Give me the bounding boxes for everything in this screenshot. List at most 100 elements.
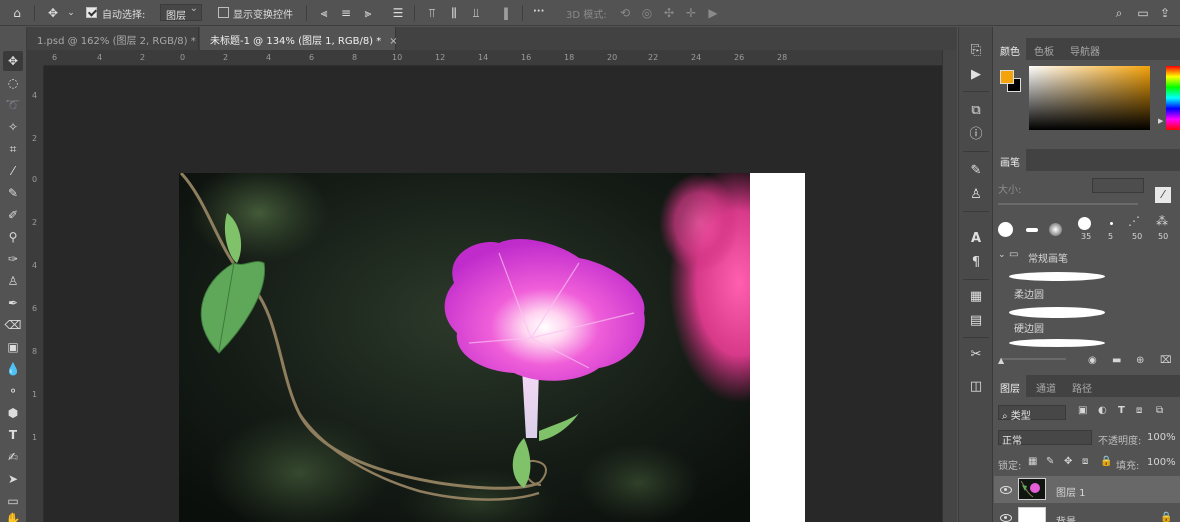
- brush-preset-soft[interactable]: [1049, 223, 1062, 236]
- hard-round-stroke-preview[interactable]: [1009, 307, 1105, 318]
- brush-preset-round[interactable]: [998, 222, 1013, 237]
- pen-tool-icon[interactable]: ✍: [3, 447, 23, 467]
- magic-wand-tool-icon[interactable]: ✧: [3, 117, 23, 137]
- brush-preset-flat[interactable]: [1026, 228, 1038, 232]
- align-right-icon[interactable]: ⫸: [359, 4, 377, 22]
- distribute-vertical-icon[interactable]: ‖: [497, 4, 515, 22]
- tab-untitled-1[interactable]: 未标题-1 @ 134% (图层 1, RGB/8) * ×: [200, 27, 398, 50]
- preview-size-slider[interactable]: [1000, 358, 1066, 360]
- chevron-down-icon[interactable]: ⌄: [62, 4, 80, 22]
- brush-preset-35[interactable]: [1078, 217, 1091, 230]
- tab-channels[interactable]: 通道: [1030, 375, 1062, 397]
- tab-1-psd[interactable]: 1.psd @ 162% (图层 2, RGB/8) *×: [27, 27, 212, 50]
- eye-visibility-icon[interactable]: ◉: [1088, 355, 1097, 366]
- filter-smart-object-icon[interactable]: ⧉: [1156, 405, 1163, 416]
- hue-slider[interactable]: [1166, 66, 1180, 130]
- document-canvas[interactable]: [179, 173, 805, 522]
- opacity-value[interactable]: 100%: [1147, 432, 1176, 443]
- soft-round-stroke-preview[interactable]: [1009, 272, 1105, 281]
- libraries-icon[interactable]: ▦: [966, 287, 986, 307]
- 3d-object-tool-icon[interactable]: ⬢: [3, 403, 23, 423]
- brush-size-field[interactable]: [1092, 178, 1144, 193]
- blur-tool-icon[interactable]: 💧: [3, 359, 23, 379]
- 3d-rotate-icon[interactable]: ⟲: [616, 4, 634, 22]
- type-tool-icon[interactable]: T: [3, 425, 23, 445]
- move-tool-icon[interactable]: ✥: [44, 4, 62, 22]
- lock-all-icon[interactable]: 🔒: [1100, 456, 1112, 467]
- tab-navigator[interactable]: 导航器: [1064, 38, 1106, 60]
- marquee-tool-icon[interactable]: ◌: [3, 73, 23, 93]
- blend-mode-dropdown[interactable]: 正常: [998, 430, 1092, 447]
- vertical-scrollbar[interactable]: [942, 50, 957, 522]
- align-top-icon[interactable]: ⫪: [423, 4, 441, 22]
- tab-brushes[interactable]: 画笔: [994, 149, 1026, 171]
- brush-preset-label[interactable]: 柔边圆: [1014, 286, 1044, 301]
- 3d-slide-icon[interactable]: ✛: [682, 4, 700, 22]
- notes-icon[interactable]: ▤: [966, 311, 986, 331]
- brush-settings-toggle-icon[interactable]: ⁄: [1155, 187, 1171, 203]
- new-group-icon[interactable]: ▬: [1112, 355, 1121, 366]
- color-field[interactable]: [1029, 66, 1150, 130]
- clone-source-icon[interactable]: ♙: [966, 185, 986, 205]
- delete-icon[interactable]: ⌧: [1160, 355, 1172, 366]
- properties-icon[interactable]: ⧉: [966, 101, 986, 121]
- align-center-icon[interactable]: ≡: [337, 4, 355, 22]
- new-brush-icon[interactable]: ⊕: [1136, 355, 1144, 366]
- filter-image-icon[interactable]: ▣: [1078, 405, 1087, 416]
- actions-icon[interactable]: ▶: [966, 65, 986, 85]
- brush-tool-icon[interactable]: ✐: [3, 205, 23, 225]
- distribute-horizontal-icon[interactable]: ☰: [389, 4, 407, 22]
- rectangle-tool-icon[interactable]: ▭: [3, 491, 23, 511]
- fill-value[interactable]: 100%: [1147, 457, 1176, 468]
- lasso-tool-icon[interactable]: ➰: [3, 95, 23, 115]
- move-tool-icon[interactable]: ✥: [3, 51, 23, 71]
- art-history-tool-icon[interactable]: ✒: [3, 293, 23, 313]
- close-icon[interactable]: ×: [389, 36, 397, 47]
- brush-settings-icon[interactable]: ✎: [966, 161, 986, 181]
- artboard-icon[interactable]: ◫: [966, 377, 986, 397]
- eye-visibility-icon[interactable]: [1000, 486, 1012, 494]
- tab-layers[interactable]: 图层: [994, 375, 1026, 397]
- brush-preset-5[interactable]: [1110, 222, 1113, 225]
- paragraph-icon[interactable]: ¶: [966, 253, 986, 273]
- crop-tool-icon[interactable]: ⌗: [3, 139, 23, 159]
- lock-pixels-icon[interactable]: ✎: [1046, 456, 1054, 467]
- tab-color[interactable]: 颜色: [994, 38, 1026, 60]
- share-icon[interactable]: ⇪: [1156, 4, 1174, 22]
- brush-preset-label[interactable]: 硬边圆: [1014, 320, 1044, 335]
- lock-artboard-icon[interactable]: ⧈: [1082, 456, 1088, 467]
- lock-transparent-icon[interactable]: ▦: [1028, 456, 1037, 467]
- align-bottom-icon[interactable]: ⫫: [467, 4, 485, 22]
- eyedropper-tool-icon[interactable]: ⁄: [3, 161, 23, 181]
- workspace-icon[interactable]: ▭: [1134, 4, 1152, 22]
- eraser-tool-icon[interactable]: ⌫: [3, 315, 23, 335]
- home-icon[interactable]: ⌂: [8, 4, 26, 22]
- eye-visibility-icon[interactable]: [1000, 514, 1012, 522]
- tool-presets-icon[interactable]: ✂: [966, 345, 986, 365]
- brush-stroke-preview[interactable]: [1009, 339, 1105, 347]
- hand-tool-icon[interactable]: ✋: [3, 509, 23, 522]
- search-icon[interactable]: ⌕: [1110, 4, 1128, 22]
- show-transform-checkbox[interactable]: [218, 7, 229, 18]
- brush-size-slider[interactable]: [998, 203, 1138, 205]
- filter-type-icon[interactable]: T: [1118, 405, 1125, 416]
- align-left-icon[interactable]: ⫷: [315, 4, 333, 22]
- tab-swatches[interactable]: 色板: [1028, 38, 1060, 60]
- layer-filter-dropdown[interactable]: ⌕ 类型: [998, 405, 1066, 422]
- brush-preset-spatter-icon[interactable]: ⋰: [1128, 214, 1140, 228]
- layer-row-background[interactable]: 背景 🔒: [994, 504, 1180, 522]
- gradient-tool-icon[interactable]: ▣: [3, 337, 23, 357]
- stamp-tool-icon[interactable]: ♙: [3, 271, 23, 291]
- chevron-down-icon[interactable]: ⌄: [998, 250, 1006, 260]
- dodge-tool-icon[interactable]: ⚬: [3, 381, 23, 401]
- tab-paths[interactable]: 路径: [1066, 375, 1098, 397]
- info-icon[interactable]: ⓘ: [966, 125, 986, 145]
- more-options-button[interactable]: ···: [533, 6, 544, 17]
- filter-adjustment-icon[interactable]: ◐: [1098, 405, 1107, 416]
- clone-stamp-tool-icon[interactable]: ⚲: [3, 227, 23, 247]
- auto-select-checkbox[interactable]: [86, 7, 97, 18]
- canvas-workspace[interactable]: [44, 66, 942, 522]
- slider-handle-icon[interactable]: ▲: [998, 356, 1004, 365]
- character-icon[interactable]: A: [966, 229, 986, 249]
- 3d-camera-icon[interactable]: ▶: [704, 4, 722, 22]
